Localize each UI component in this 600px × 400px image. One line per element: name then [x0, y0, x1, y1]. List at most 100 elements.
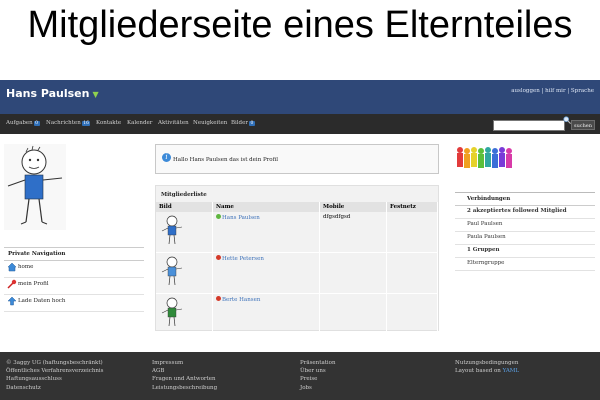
- member-festnetz: [386, 252, 438, 294]
- private-navigation: Private Navigation home mein Profil Lade…: [4, 247, 144, 312]
- footer-link[interactable]: Datenschutz: [6, 384, 104, 392]
- member-avatar[interactable]: [159, 296, 185, 328]
- member-name-cell: Hans Paulsen: [212, 212, 320, 253]
- private-nav-home[interactable]: home: [4, 261, 144, 278]
- status-offline-icon: [216, 255, 221, 260]
- welcome-message: Hallo Hans Paulsen das ist dein Profil: [173, 157, 279, 163]
- yaml-link[interactable]: YAML: [503, 368, 519, 374]
- nav-item-neuigkeiten[interactable]: Neuigkeiten: [193, 120, 227, 126]
- search-button[interactable]: suchen: [571, 120, 595, 130]
- info-icon: i: [162, 153, 171, 162]
- status-online-icon: [216, 214, 221, 219]
- people-group-logo: [457, 147, 512, 168]
- table-row: Hans Paulsen dfgsdfgsd: [156, 212, 438, 253]
- footer-layout-credit: Layout based on YAML: [455, 367, 519, 375]
- private-nav-label: home: [18, 264, 34, 270]
- member-festnetz: [386, 293, 438, 335]
- nav-item-kalender[interactable]: Kalender: [127, 120, 152, 126]
- member-shirt: [167, 225, 177, 236]
- footer-column-1: © 3aggy UG (haftungsbeschränkt) Öffentli…: [6, 359, 104, 392]
- private-nav-label: mein Profil: [18, 281, 49, 287]
- search-input[interactable]: [493, 120, 565, 131]
- footer-column-2: Impressum AGB Fragen und Antworten Leist…: [152, 359, 217, 392]
- member-table: Bild Name Mobile Festnetz Hans Paulsen d…: [156, 202, 438, 335]
- header-links[interactable]: ausloggen | hilf mir | Sprache: [511, 88, 594, 94]
- member-shirt: [167, 266, 177, 277]
- member-mobile: dfgsdfgsd: [319, 212, 387, 253]
- column-header-festnetz: Festnetz: [386, 202, 438, 212]
- footer-link[interactable]: Haftungsausschluss: [6, 375, 104, 383]
- member-name-link[interactable]: Hette Petersen: [222, 256, 264, 262]
- nav-label: Bilder: [231, 120, 248, 126]
- footer-link[interactable]: Leistungsbeschreibung: [152, 384, 217, 392]
- nav-label: Nachrichten: [46, 120, 81, 126]
- nav-item-aufgaben[interactable]: Aufgaben 0: [6, 120, 40, 126]
- member-name-cell: Berte Hansen: [212, 293, 320, 335]
- member-picture-cell: [156, 252, 213, 294]
- connection-item[interactable]: Paula Paulsen: [455, 232, 595, 245]
- footer-link[interactable]: Fragen und Antworten: [152, 375, 217, 383]
- member-avatar[interactable]: [159, 214, 185, 246]
- user-name: Hans Paulsen: [6, 87, 90, 100]
- private-nav-profile[interactable]: mein Profil: [4, 278, 144, 295]
- count-badge: 0: [33, 121, 40, 126]
- avatar: [4, 144, 66, 230]
- footer-column-4: Nutzungsbedingungen Layout based on YAML: [455, 359, 519, 375]
- search-icon[interactable]: [563, 116, 571, 124]
- member-mobile: [319, 293, 387, 335]
- member-festnetz: [386, 212, 438, 253]
- user-menu[interactable]: Hans Paulsen ▼: [6, 87, 99, 100]
- footer-link[interactable]: Jobs: [300, 384, 336, 392]
- member-list: Mitgliederliste Bild Name Mobile Festnet…: [155, 185, 439, 335]
- status-offline-icon: [216, 296, 221, 301]
- count-badge: 16: [81, 121, 91, 126]
- nav-item-nachrichten[interactable]: Nachrichten 16: [46, 120, 91, 126]
- connections-accepted-count: 2 akzeptiertes followed Mitglied: [455, 206, 595, 219]
- connection-item[interactable]: Paul Paulsen: [455, 219, 595, 232]
- nav-item-kontakte[interactable]: Kontakte: [96, 120, 121, 126]
- footer-link[interactable]: Präsentation: [300, 359, 336, 367]
- nav-item-bilder[interactable]: Bilder 0: [231, 120, 255, 126]
- footer-link[interactable]: Impressum: [152, 359, 217, 367]
- connections-panel: Verbindungen 2 akzeptiertes followed Mit…: [455, 192, 595, 271]
- private-nav-upload[interactable]: Lade Daten hoch: [4, 295, 144, 312]
- member-mobile: [319, 252, 387, 294]
- private-nav-label: Lade Daten hoch: [18, 298, 66, 304]
- member-shirt: [167, 307, 177, 318]
- connections-title: Verbindungen: [455, 192, 595, 206]
- footer: © 3aggy UG (haftungsbeschränkt) Öffentli…: [0, 352, 600, 400]
- welcome-box: i Hallo Hans Paulsen das ist dein Profil: [155, 144, 439, 174]
- chevron-down-icon: ▼: [92, 90, 99, 99]
- member-name-cell: Hette Petersen: [212, 252, 320, 294]
- footer-link[interactable]: Über uns: [300, 367, 336, 375]
- footer-copyright: © 3aggy UG (haftungsbeschränkt): [6, 360, 103, 366]
- member-picture-cell: [156, 212, 213, 253]
- member-list-title: Mitgliederliste: [161, 192, 207, 198]
- column-header-mobile: Mobile: [319, 202, 387, 212]
- nav-label: Aufgaben: [6, 120, 33, 126]
- slide-title: Mitgliederseite eines Elternteiles: [27, 4, 573, 46]
- footer-link[interactable]: Öffentliches Verfahrensverzeichnis: [6, 367, 104, 375]
- footer-link[interactable]: Preise: [300, 375, 336, 383]
- top-header: Hans Paulsen ▼ ausloggen | hilf mir | Spr…: [0, 80, 600, 114]
- column-header-name: Name: [212, 202, 320, 212]
- footer-layout-text: Layout based on: [455, 368, 503, 375]
- groups-count: 1 Gruppen: [455, 245, 595, 258]
- pin-icon: [7, 279, 17, 289]
- table-row: Hette Petersen: [156, 252, 438, 294]
- member-avatar[interactable]: [159, 255, 185, 287]
- count-badge: 0: [248, 121, 255, 126]
- footer-link[interactable]: AGB: [152, 367, 217, 375]
- footer-column-3: Präsentation Über uns Preise Jobs: [300, 359, 336, 392]
- member-picture-cell: [156, 293, 213, 335]
- table-row: Berte Hansen: [156, 293, 438, 335]
- nav-item-aktivitaeten[interactable]: Aktivitäten: [158, 120, 189, 126]
- group-item[interactable]: Elterngruppe: [455, 258, 595, 271]
- member-name-link[interactable]: Hans Paulsen: [222, 215, 260, 221]
- footer-link[interactable]: Nutzungsbedingungen: [455, 359, 519, 367]
- upload-arrow-icon: [7, 296, 17, 306]
- home-icon: [7, 262, 17, 272]
- table-header-row: Bild Name Mobile Festnetz: [156, 202, 438, 212]
- private-navigation-title: Private Navigation: [4, 247, 144, 261]
- member-name-link[interactable]: Berte Hansen: [222, 297, 260, 303]
